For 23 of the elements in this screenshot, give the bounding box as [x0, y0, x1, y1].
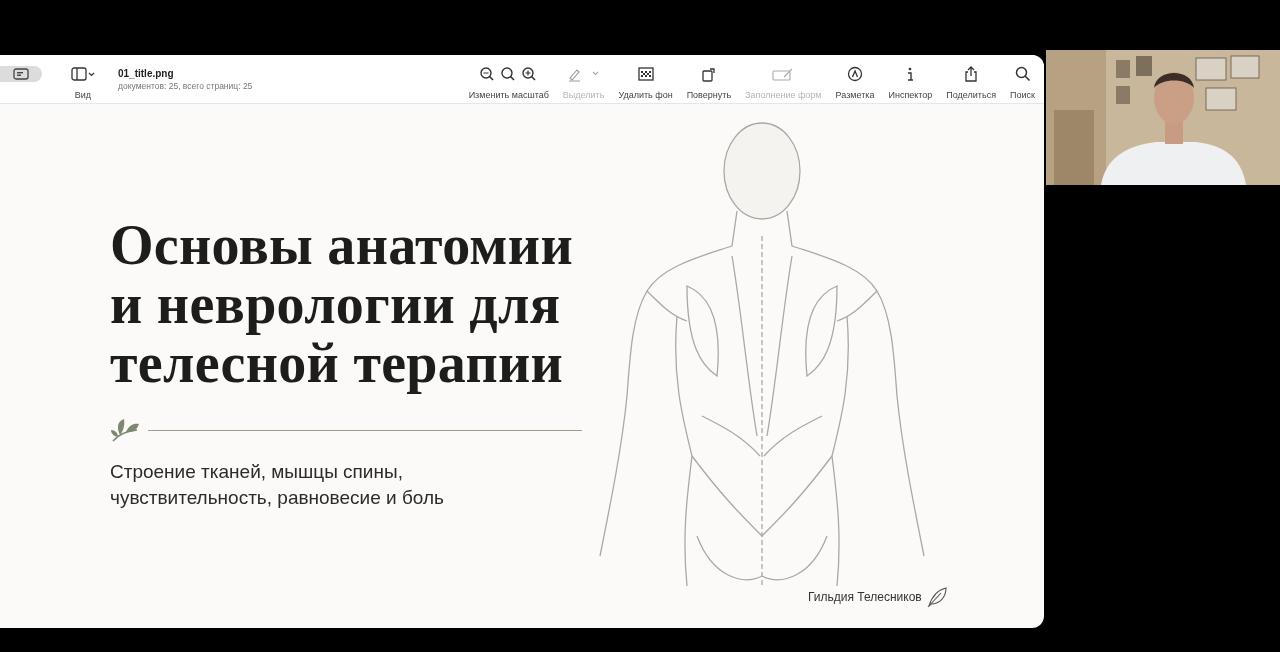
zoom-button[interactable]: Изменить масштаб	[461, 55, 556, 101]
share-button[interactable]: Поделиться	[939, 55, 1004, 101]
rotate-icon	[700, 66, 717, 82]
leaf-icon	[110, 417, 140, 443]
leaf-icon	[925, 586, 948, 608]
sidebar-button[interactable]	[0, 66, 42, 82]
remove-background-button[interactable]: Удалить фон	[611, 55, 680, 101]
form-icon	[772, 67, 795, 81]
view-button[interactable]: Вид	[64, 55, 102, 101]
share-icon	[964, 66, 979, 82]
inspector-button[interactable]: Инспектор	[881, 55, 940, 101]
document-title: 01_title.png	[118, 68, 175, 79]
slide-subtitle: Строение тканей, мышцы спины, чувствительность, равновесие и боль	[110, 460, 445, 510]
info-icon	[905, 66, 916, 82]
slide-title: Основы анатомии и неврологии для телесной терапии	[110, 216, 574, 393]
checkerboard-icon	[637, 67, 654, 81]
markup-button[interactable]: Разметка	[828, 55, 882, 101]
markup-icon	[847, 66, 863, 82]
rotate-button[interactable]: Повернуть	[679, 55, 739, 101]
author-name: Гильдия Телесников	[808, 590, 922, 604]
document-info: документов: 25, всего страниц: 25	[118, 81, 253, 91]
search-button[interactable]: Поиск	[1003, 55, 1042, 101]
search-icon	[1014, 66, 1031, 82]
